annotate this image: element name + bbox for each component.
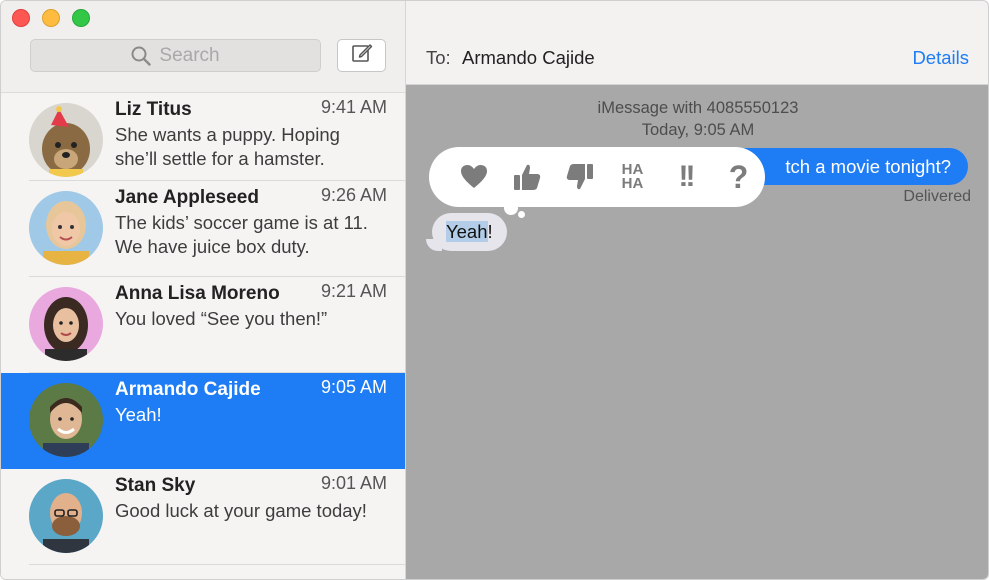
haha-icon[interactable]: HA HA xyxy=(606,157,659,197)
conversation-item[interactable]: Stan Sky 9:01 AM Good luck at your game … xyxy=(29,469,405,565)
message-preview: She wants a puppy. Hoping she’ll settle … xyxy=(115,124,340,169)
avatar xyxy=(29,103,103,177)
conversation-pane: To: Armando Cajide Details iMessage with… xyxy=(406,1,988,579)
avatar xyxy=(29,191,103,265)
outgoing-message-text: tch a movie tonight? xyxy=(785,156,951,177)
thumbs-up-icon[interactable] xyxy=(500,157,553,197)
contact-name: Armando Cajide xyxy=(115,379,261,400)
message-time: 9:26 AM xyxy=(320,185,387,205)
sidebar-toolbar: Search xyxy=(1,1,405,93)
to-label: To: xyxy=(426,47,451,68)
message-time: 9:01 AM xyxy=(320,473,387,493)
exclamation-icon[interactable]: !! xyxy=(659,157,712,197)
avatar xyxy=(29,383,103,457)
message-time: 9:21 AM xyxy=(320,281,387,301)
search-icon xyxy=(131,46,152,66)
contact-name: Jane Appleseed xyxy=(115,187,259,208)
question-icon[interactable]: ? xyxy=(712,157,765,197)
conversation-item-selected[interactable]: Armando Cajide 9:05 AM Yeah! xyxy=(1,373,405,469)
message-time: 9:05 AM xyxy=(320,377,387,397)
maximize-window-button[interactable] xyxy=(72,9,90,27)
search-placeholder: Search xyxy=(159,44,220,66)
tapback-tail-dot xyxy=(504,201,518,215)
message-preview: Good luck at your game today! xyxy=(115,500,367,521)
message-time: 9:41 AM xyxy=(320,97,387,117)
recipient-name[interactable]: Armando Cajide xyxy=(462,47,595,69)
compose-icon xyxy=(351,42,373,69)
contact-name: Anna Lisa Moreno xyxy=(115,283,280,304)
selected-text: Yeah xyxy=(446,221,488,242)
incoming-message-text: ! xyxy=(487,221,493,242)
conversation-item[interactable]: Liz Titus 9:41 AM She wants a puppy. Hop… xyxy=(29,93,405,181)
conversation-list: Liz Titus 9:41 AM She wants a puppy. Hop… xyxy=(1,93,405,565)
details-button[interactable]: Details xyxy=(912,47,969,69)
conversation-header: To: Armando Cajide Details xyxy=(406,1,988,85)
tapback-tail-dot-small xyxy=(518,211,525,218)
delivered-status: Delivered xyxy=(903,188,971,205)
thumbs-down-icon[interactable] xyxy=(553,157,606,197)
close-window-button[interactable] xyxy=(12,9,30,27)
incoming-message-bubble[interactable]: Yeah! xyxy=(432,213,507,251)
message-preview: You loved “See you then!” xyxy=(115,308,328,329)
search-input[interactable]: Search xyxy=(30,39,321,72)
conversation-item[interactable]: Jane Appleseed 9:26 AM The kids’ soccer … xyxy=(29,181,405,277)
heart-icon[interactable] xyxy=(447,157,500,197)
avatar xyxy=(29,479,103,553)
message-preview: The kids’ soccer game is at 11. We have … xyxy=(115,212,368,257)
avatar xyxy=(29,287,103,361)
conversation-item[interactable]: Anna Lisa Moreno 9:21 AM You loved “See … xyxy=(29,277,405,373)
compose-button[interactable] xyxy=(337,39,386,72)
tapback-menu: HA HA !! ? xyxy=(429,147,765,207)
haha-bottom: HA xyxy=(621,175,644,192)
service-info: iMessage with 4085550123 xyxy=(597,99,799,117)
message-preview: Yeah! xyxy=(115,404,162,425)
contact-name: Liz Titus xyxy=(115,99,192,120)
sidebar: Search Liz Titus 9:41 AM She wants a pup… xyxy=(1,1,406,579)
conversation-timestamp: Today, 9:05 AM xyxy=(641,121,755,139)
messages-window: Search Liz Titus 9:41 AM She wants a pup… xyxy=(0,0,989,580)
minimize-window-button[interactable] xyxy=(42,9,60,27)
contact-name: Stan Sky xyxy=(115,475,196,496)
